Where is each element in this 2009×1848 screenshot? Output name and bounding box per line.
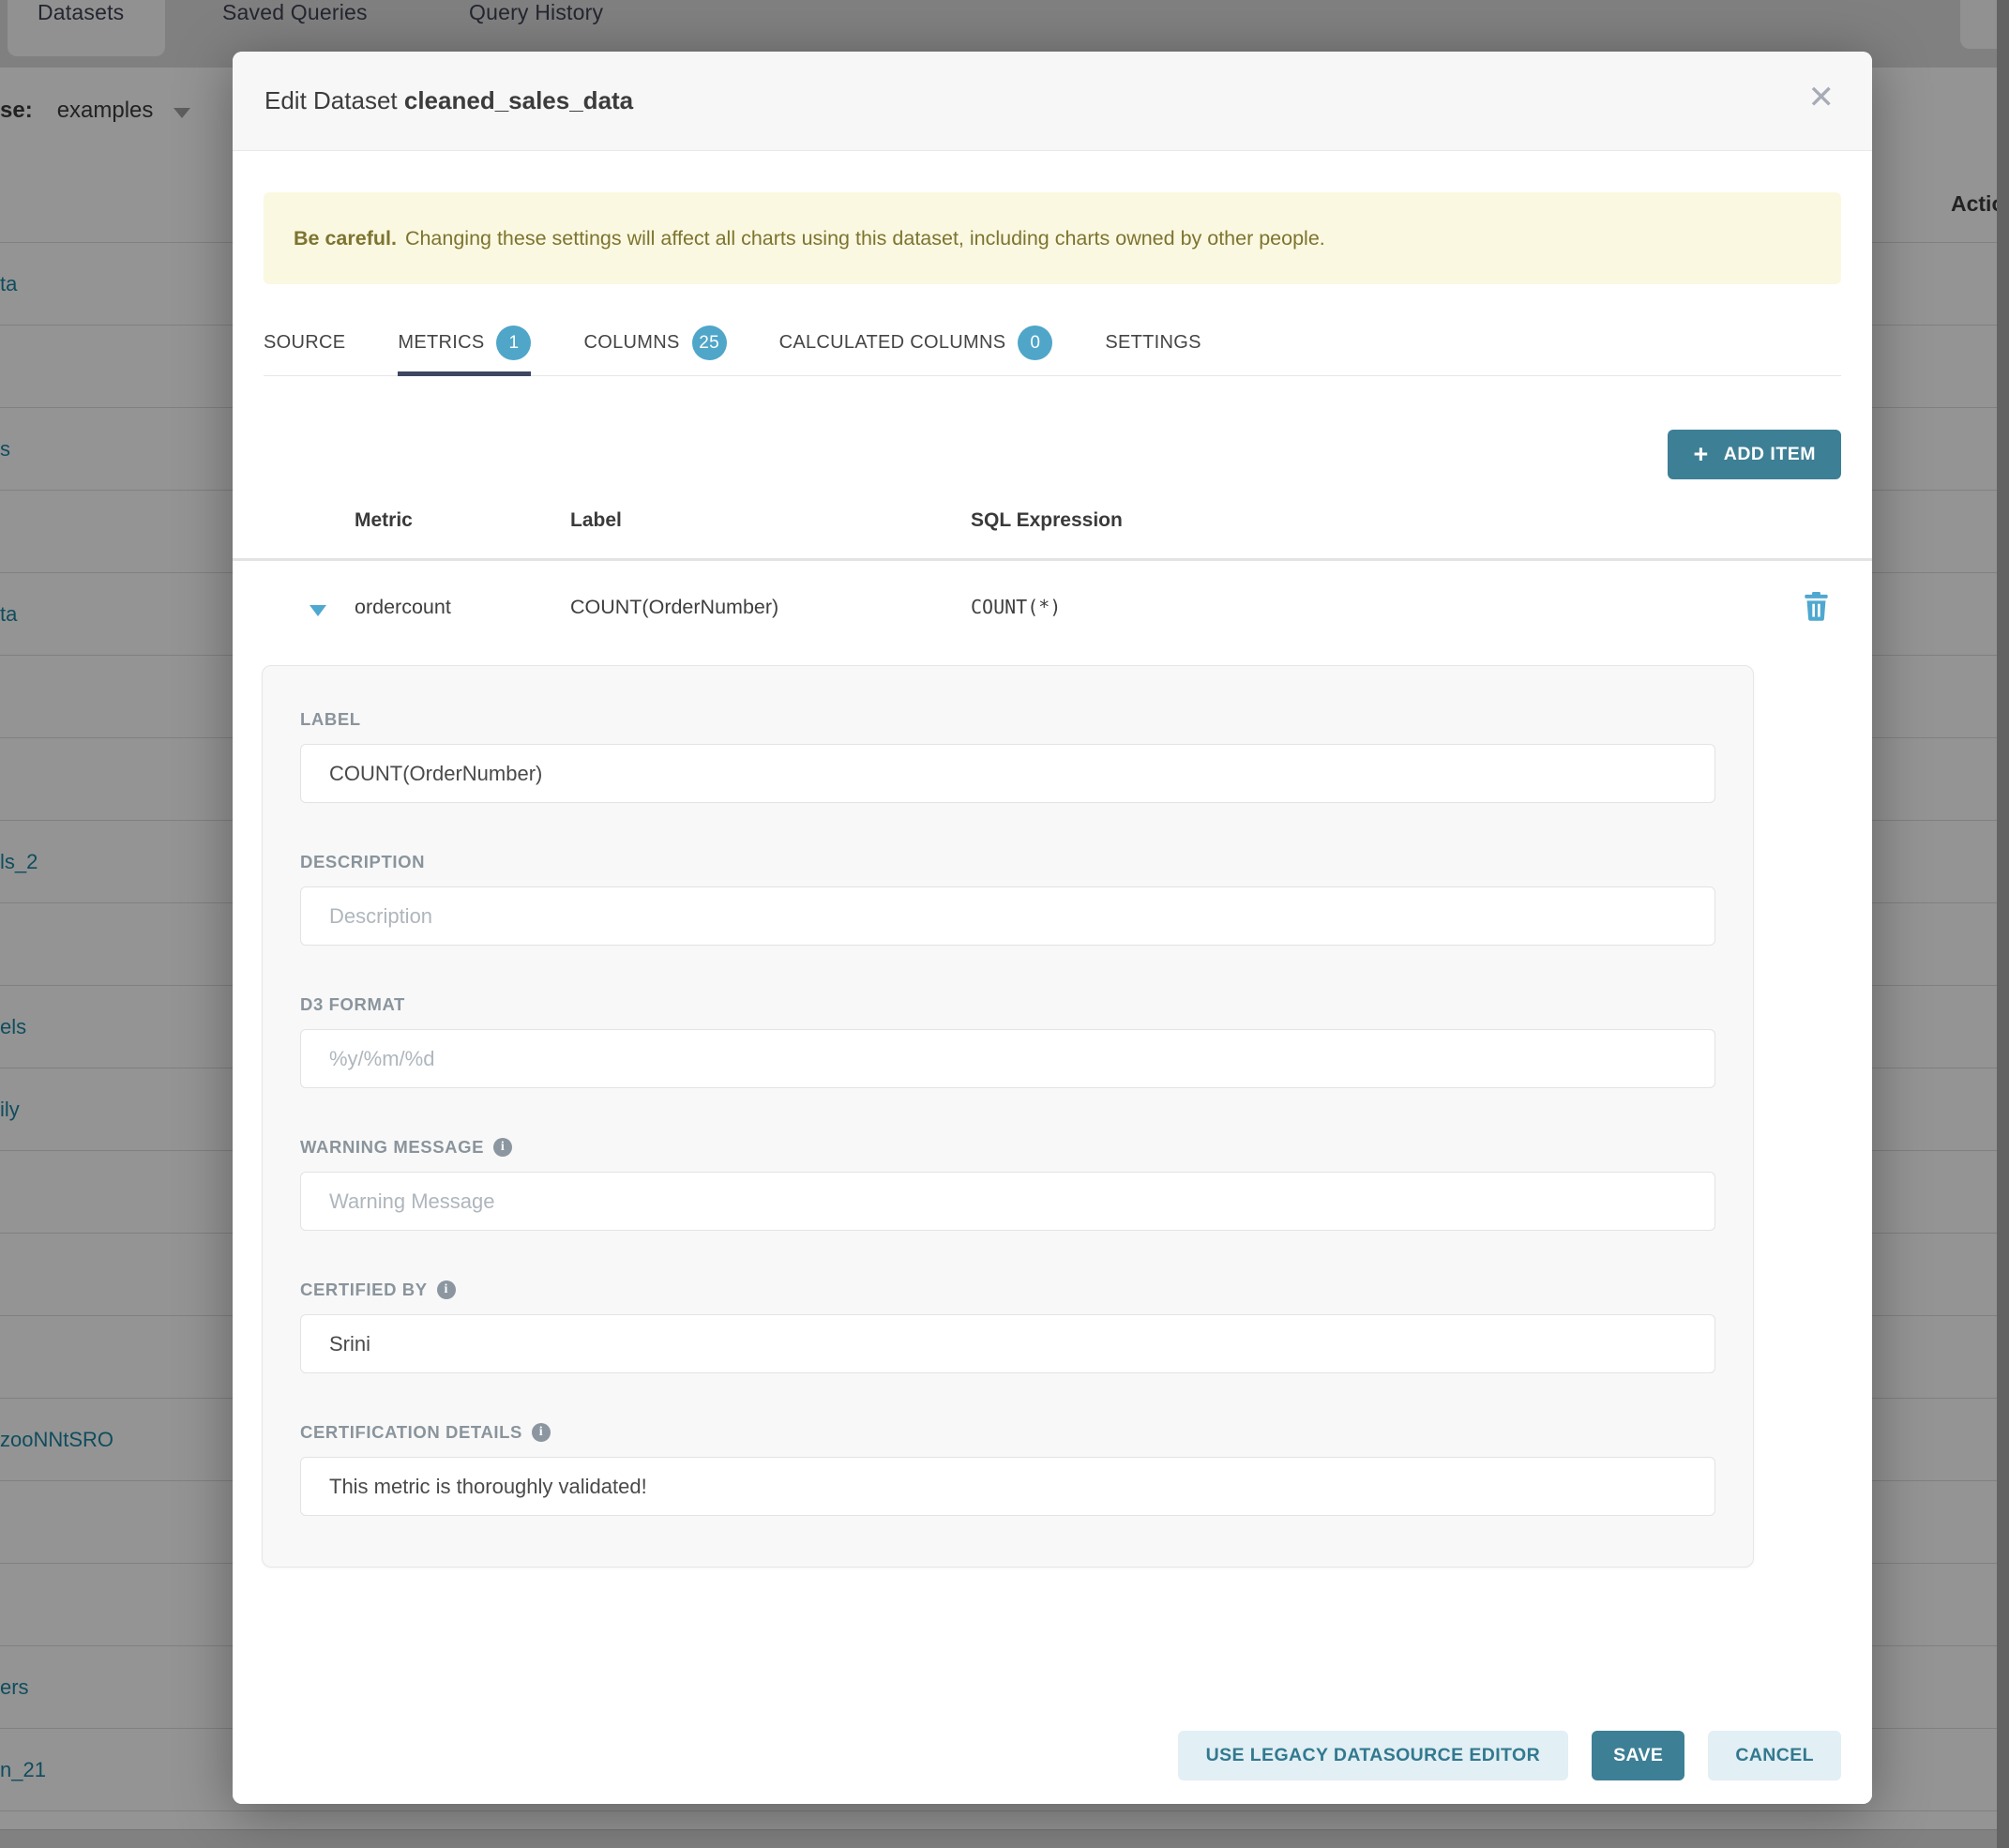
modal-header: Edit Dataset cleaned_sales_data ✕ bbox=[233, 52, 1872, 151]
modal-title-prefix: Edit Dataset bbox=[264, 86, 398, 114]
d3-format-input[interactable] bbox=[300, 1029, 1715, 1088]
field-caption-text: LABEL bbox=[300, 709, 361, 730]
info-icon[interactable] bbox=[437, 1280, 456, 1299]
label-input[interactable] bbox=[300, 744, 1715, 803]
collapse-caret-icon[interactable] bbox=[310, 605, 326, 616]
tab-label: SETTINGS bbox=[1105, 332, 1201, 354]
save-button[interactable]: SAVE bbox=[1592, 1731, 1684, 1780]
tab-calculated-columns[interactable]: CALCULATED COLUMNS 0 bbox=[779, 311, 1053, 375]
metric-sql-expression: COUNT(*) bbox=[971, 596, 1061, 618]
tab-label: SOURCE bbox=[264, 332, 345, 354]
tab-label: METRICS bbox=[398, 332, 484, 354]
use-legacy-datasource-editor-button[interactable]: USE LEGACY DATASOURCE EDITOR bbox=[1178, 1731, 1568, 1780]
metrics-count-badge: 1 bbox=[496, 326, 531, 360]
field-certified-by: CERTIFIED BY bbox=[300, 1280, 1715, 1373]
columns-count-badge: 25 bbox=[692, 326, 727, 360]
table-header-divider bbox=[233, 558, 1872, 561]
warning-banner-bold: Be careful. bbox=[294, 227, 397, 250]
close-icon[interactable]: ✕ bbox=[1808, 82, 1835, 114]
add-item-label: ADD ITEM bbox=[1724, 444, 1816, 465]
tab-label: CALCULATED COLUMNS bbox=[779, 332, 1006, 354]
field-caption-text: DESCRIPTION bbox=[300, 852, 425, 872]
cancel-button[interactable]: CANCEL bbox=[1708, 1731, 1841, 1780]
warning-banner-text: Changing these settings will affect all … bbox=[405, 227, 1325, 250]
tab-source[interactable]: SOURCE bbox=[264, 311, 345, 375]
field-caption-text: D3 FORMAT bbox=[300, 994, 405, 1015]
modal-title: Edit Dataset cleaned_sales_data bbox=[264, 86, 633, 115]
description-input[interactable] bbox=[300, 886, 1715, 946]
certified-by-input[interactable] bbox=[300, 1314, 1715, 1373]
metric-label: COUNT(OrderNumber) bbox=[570, 596, 778, 619]
tab-settings[interactable]: SETTINGS bbox=[1105, 311, 1201, 375]
info-icon[interactable] bbox=[493, 1138, 512, 1157]
header-label: Label bbox=[570, 509, 622, 532]
field-caption-text: WARNING MESSAGE bbox=[300, 1137, 484, 1158]
trash-icon[interactable] bbox=[1804, 592, 1829, 626]
certification-details-input[interactable] bbox=[300, 1457, 1715, 1516]
warning-banner: Be careful. Changing these settings will… bbox=[264, 192, 1841, 284]
field-label-caption: D3 FORMAT bbox=[300, 994, 1715, 1015]
field-description: DESCRIPTION bbox=[300, 852, 1715, 946]
metric-row: ordercount COUNT(OrderNumber) COUNT(*) bbox=[233, 569, 1872, 656]
field-label-caption: WARNING MESSAGE bbox=[300, 1137, 1715, 1158]
info-icon[interactable] bbox=[532, 1423, 551, 1442]
field-label-caption: CERTIFIED BY bbox=[300, 1280, 1715, 1300]
modal-title-dataset-name: cleaned_sales_data bbox=[404, 86, 633, 114]
metric-name: ordercount bbox=[355, 596, 451, 619]
tab-columns[interactable]: COLUMNS 25 bbox=[583, 311, 726, 375]
tab-label: COLUMNS bbox=[583, 332, 679, 354]
plus-icon: + bbox=[1693, 442, 1708, 467]
add-item-button[interactable]: + ADD ITEM bbox=[1668, 430, 1841, 479]
header-sql-expression: SQL Expression bbox=[971, 509, 1123, 532]
field-caption-text: CERTIFICATION DETAILS bbox=[300, 1422, 522, 1443]
field-caption-text: CERTIFIED BY bbox=[300, 1280, 428, 1300]
field-warning-message: WARNING MESSAGE bbox=[300, 1137, 1715, 1231]
field-label-caption: LABEL bbox=[300, 709, 1715, 730]
field-label: LABEL bbox=[300, 709, 1715, 803]
field-d3-format: D3 FORMAT bbox=[300, 994, 1715, 1088]
modal-tabs: SOURCE METRICS 1 COLUMNS 25 CALCULATED C… bbox=[264, 311, 1841, 376]
edit-dataset-modal: Edit Dataset cleaned_sales_data ✕ Be car… bbox=[233, 52, 1872, 1804]
screen: Datasets Saved Queries Query History se:… bbox=[0, 0, 2009, 1848]
header-metric: Metric bbox=[355, 509, 413, 532]
metric-detail-panel: LABEL DESCRIPTION D3 FORMAT WARNING MESS… bbox=[262, 665, 1754, 1568]
field-label-caption: DESCRIPTION bbox=[300, 852, 1715, 872]
calculated-columns-count-badge: 0 bbox=[1018, 326, 1052, 360]
metrics-table-header: Metric Label SQL Expression bbox=[233, 509, 1872, 547]
modal-footer: USE LEGACY DATASOURCE EDITOR SAVE CANCEL bbox=[233, 1706, 1872, 1804]
field-certification-details: CERTIFICATION DETAILS bbox=[300, 1422, 1715, 1516]
tab-metrics[interactable]: METRICS 1 bbox=[398, 311, 531, 375]
warning-message-input[interactable] bbox=[300, 1172, 1715, 1231]
field-label-caption: CERTIFICATION DETAILS bbox=[300, 1422, 1715, 1443]
